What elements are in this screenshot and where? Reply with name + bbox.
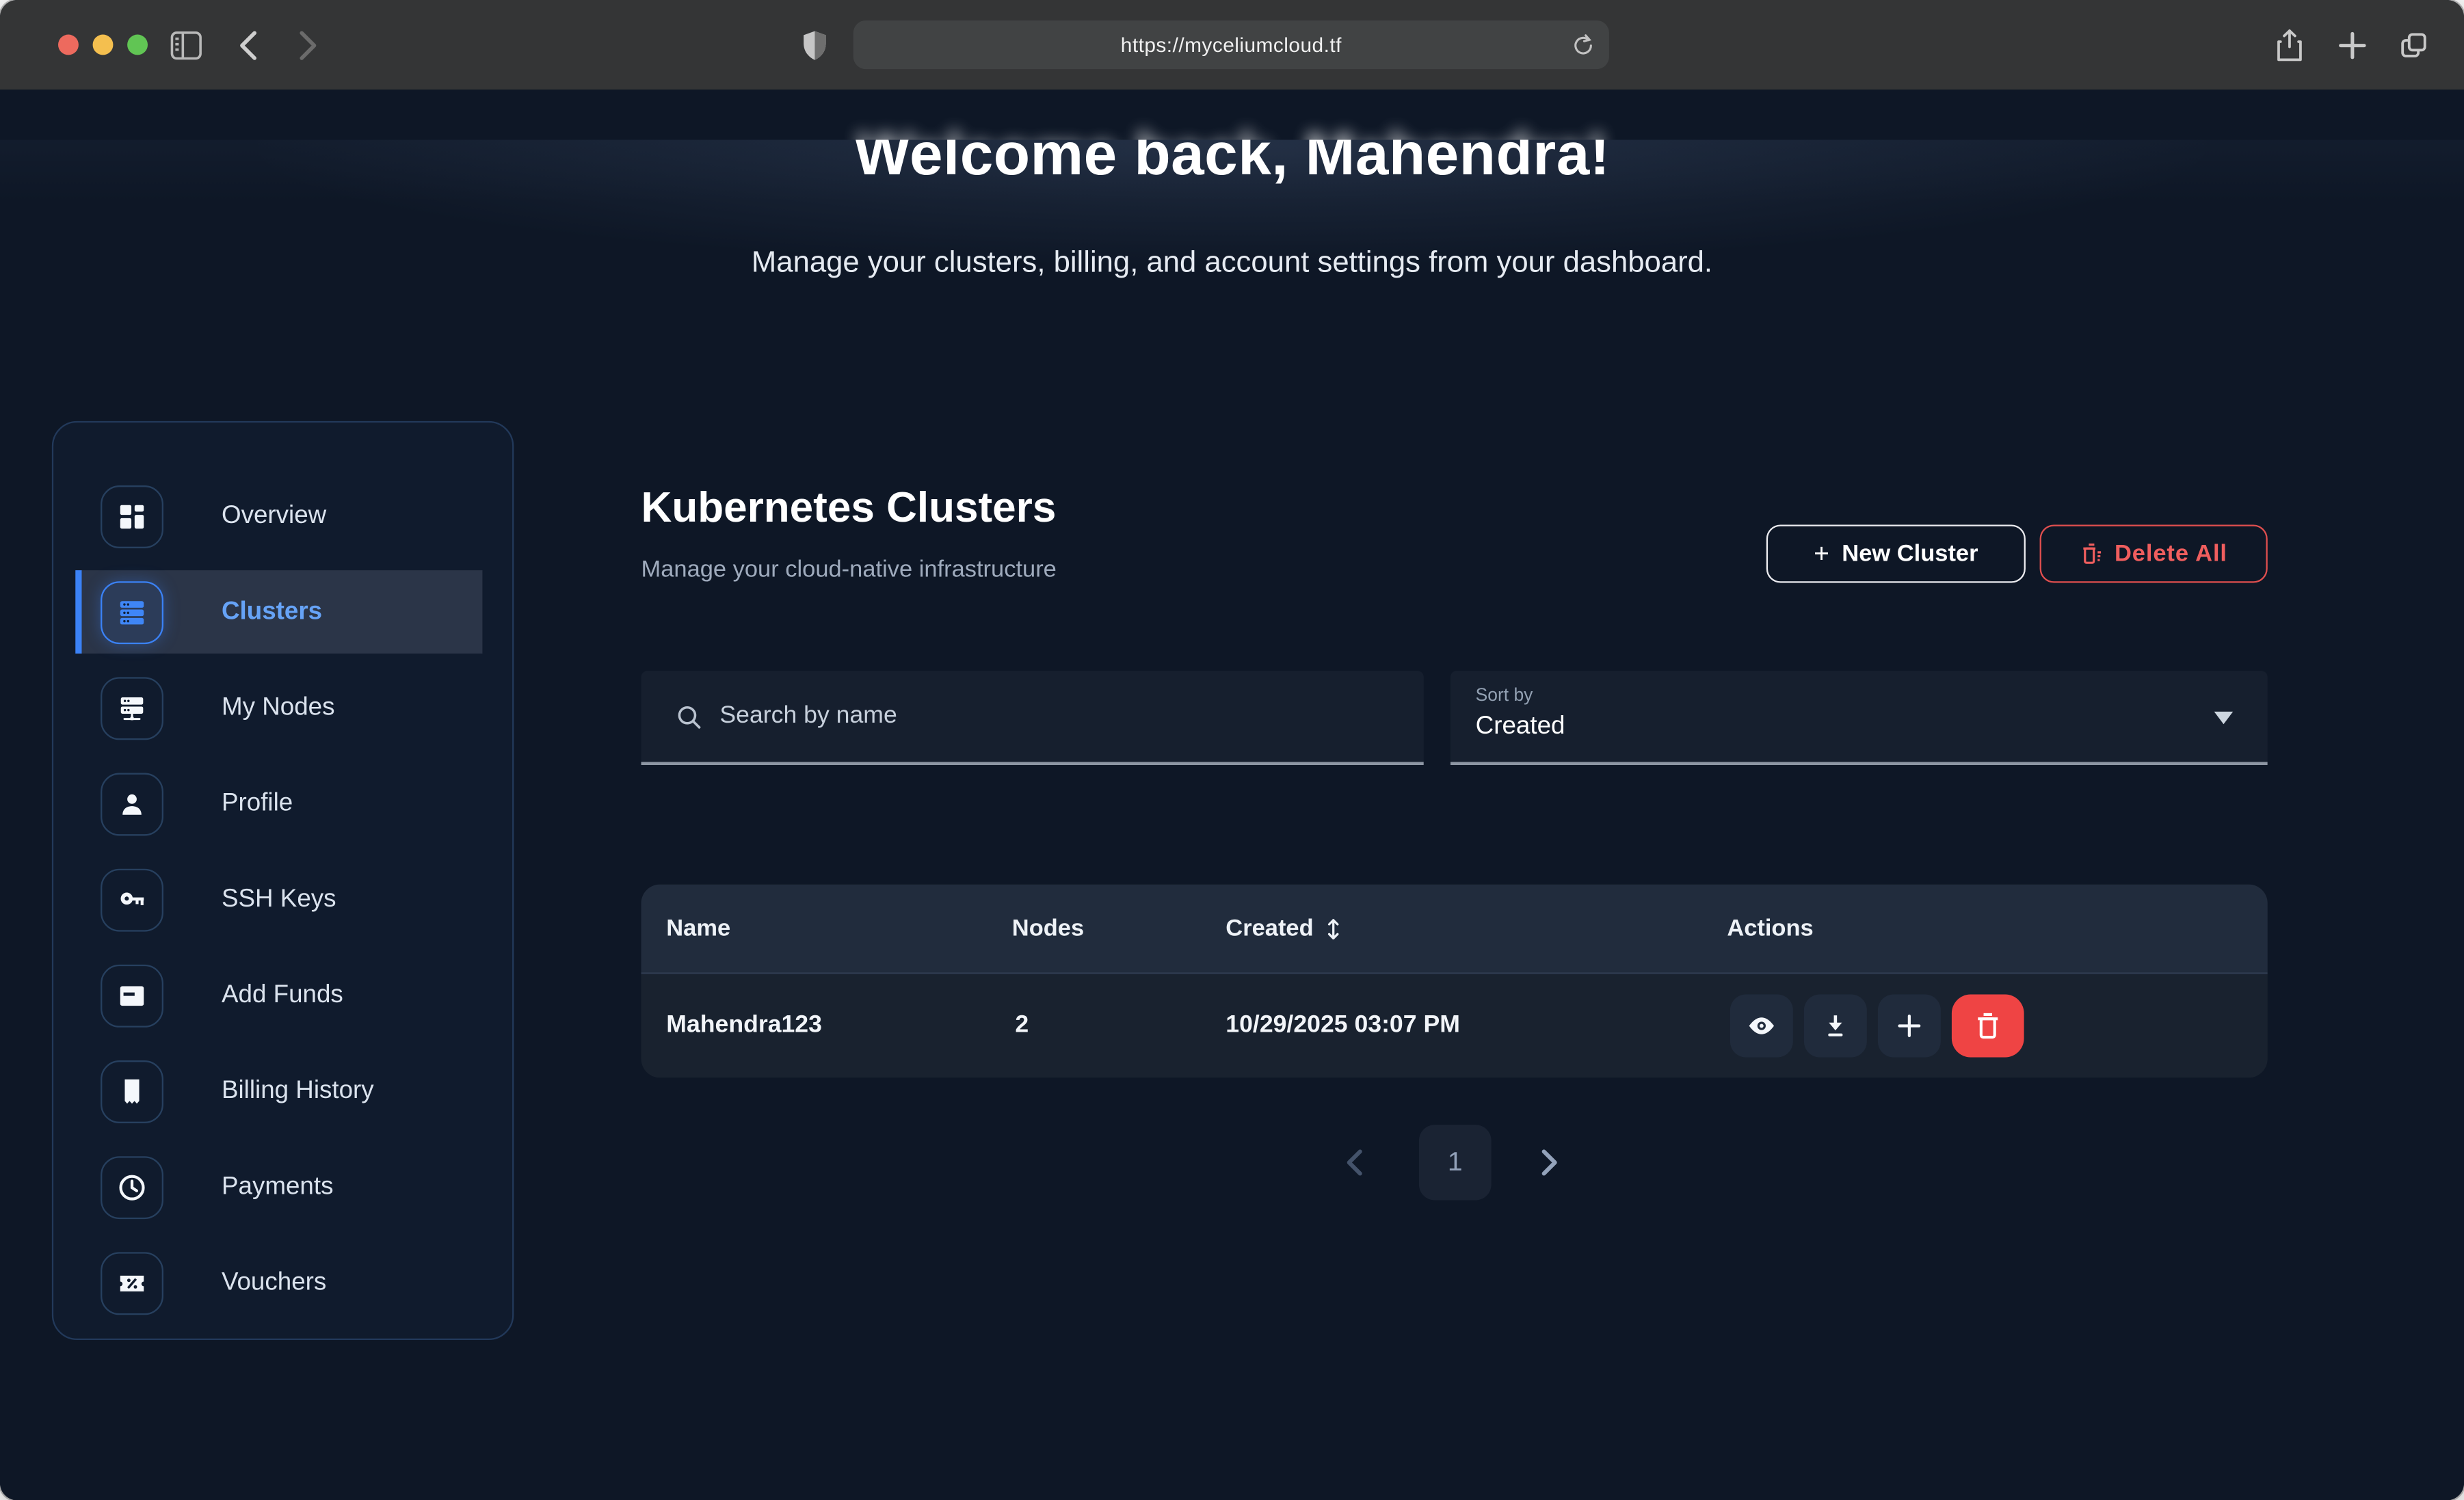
cluster-nodes: 2 <box>1015 1012 1029 1040</box>
minimize-window-button[interactable] <box>93 35 114 55</box>
sidebar-item-overview[interactable]: Overview <box>53 468 512 564</box>
clusters-table: Name Nodes Created Actions Mahendra123 2… <box>641 885 2268 1078</box>
column-actions: Actions <box>1727 915 1813 941</box>
sidebar-item-label: Add Funds <box>222 981 343 1009</box>
search-field[interactable] <box>641 671 1424 765</box>
page-subtitle: Manage your cloud-native infrastructure <box>641 556 1057 582</box>
share-icon[interactable] <box>2275 27 2303 62</box>
column-nodes: Nodes <box>1012 915 1084 941</box>
add-icon <box>1894 1010 1925 1042</box>
sidebar-item-billing-history[interactable]: Billing History <box>53 1043 512 1139</box>
browser-window: https://myceliumcloud.tf Welcome back, <box>0 0 2464 1500</box>
sidebar-item-profile[interactable]: Profile <box>53 755 512 851</box>
welcome-subtitle: Manage your clusters, billing, and accou… <box>0 247 2464 282</box>
search-input[interactable] <box>719 702 1379 730</box>
cluster-name: Mahendra123 <box>666 1012 822 1040</box>
servers-icon <box>101 580 163 643</box>
sort-label: Sort by <box>1476 686 2268 706</box>
download-kubeconfig-button[interactable] <box>1804 995 1867 1058</box>
table-row: Mahendra123 2 10/29/2025 03:07 PM <box>641 974 2268 1078</box>
traffic-lights <box>58 35 148 55</box>
shield-icon[interactable] <box>802 28 828 61</box>
add-node-button[interactable] <box>1878 995 1941 1058</box>
download-icon <box>1820 1010 1851 1042</box>
dashboard-icon <box>101 485 163 548</box>
key-icon <box>101 868 163 931</box>
receipt-icon <box>101 1060 163 1123</box>
new-cluster-label: New Cluster <box>1842 540 1978 567</box>
sidebar-item-label: Overview <box>222 502 326 530</box>
sidebar-item-label: Billing History <box>222 1077 374 1105</box>
credit-card-icon <box>101 964 163 1027</box>
delete-cluster-button[interactable] <box>1952 995 2024 1058</box>
zoom-window-button[interactable] <box>127 35 148 55</box>
sidebar-item-vouchers[interactable]: Vouchers <box>53 1235 512 1330</box>
delete-all-button[interactable]: Delete All <box>2040 524 2268 582</box>
reload-icon[interactable] <box>1572 32 1595 57</box>
sidebar-item-label: Vouchers <box>222 1268 326 1296</box>
person-icon <box>101 772 163 835</box>
sidebar-item-clusters[interactable]: Clusters <box>53 564 512 660</box>
delete-icon <box>1974 1010 2002 1042</box>
chevron-left-icon <box>1345 1149 1364 1177</box>
voucher-icon <box>101 1251 163 1314</box>
sidebar-item-add-funds[interactable]: Add Funds <box>53 948 512 1043</box>
view-icon <box>1746 1010 1777 1042</box>
cluster-created: 10/29/2025 03:07 PM <box>1226 1012 1460 1040</box>
sort-dropdown[interactable]: Sort by Created <box>1450 671 2268 765</box>
new-tab-icon[interactable] <box>2338 31 2366 59</box>
clock-icon <box>101 1155 163 1218</box>
sidebar-item-label: SSH Keys <box>222 885 336 913</box>
sidebar-item-label: Profile <box>222 790 293 818</box>
sidebar-item-label: Payments <box>222 1173 333 1201</box>
search-icon <box>676 703 702 729</box>
column-created-label: Created <box>1226 915 1313 941</box>
sidebar-item-label: My Nodes <box>222 693 335 721</box>
forward-icon[interactable] <box>299 29 318 61</box>
sidebar: Overview Clusters <box>52 421 514 1340</box>
page-number[interactable]: 1 <box>1419 1125 1492 1200</box>
back-icon[interactable] <box>239 29 258 61</box>
page-title: Kubernetes Clusters <box>641 484 1057 533</box>
sort-updown-icon <box>1325 916 1342 941</box>
browser-toolbar: https://myceliumcloud.tf <box>0 0 2464 90</box>
sidebar-item-ssh-keys[interactable]: SSH Keys <box>53 851 512 947</box>
chevron-right-icon <box>1540 1149 1559 1177</box>
column-name: Name <box>666 915 730 941</box>
plus-icon: + <box>1814 538 1829 570</box>
next-page-button[interactable] <box>1531 1144 1568 1181</box>
sidebar-toggle-icon[interactable] <box>170 30 202 60</box>
previous-page-button[interactable] <box>1336 1144 1373 1181</box>
column-created-sortable[interactable]: Created <box>1226 915 1342 941</box>
sort-value: Created <box>1476 713 2268 741</box>
sidebar-item-payments[interactable]: Payments <box>53 1139 512 1235</box>
sidebar-item-label: Clusters <box>222 598 322 626</box>
url-text: https://myceliumcloud.tf <box>1121 33 1342 56</box>
view-cluster-button[interactable] <box>1730 995 1793 1058</box>
delete-all-label: Delete All <box>2115 540 2227 567</box>
node-server-icon <box>101 676 163 739</box>
top-blur-strip: Welcome back, Mahendra! <box>0 90 2464 140</box>
address-bar[interactable]: https://myceliumcloud.tf <box>853 21 1609 69</box>
new-cluster-button[interactable]: + New Cluster <box>1766 524 2026 582</box>
sidebar-item-my-nodes[interactable]: My Nodes <box>53 660 512 755</box>
page-content: Welcome back, Mahendra! Welcome back, Ma… <box>0 90 2464 1500</box>
table-header: Name Nodes Created Actions <box>641 885 2268 974</box>
welcome-heading-glow: Welcome back, Mahendra! <box>0 122 2464 139</box>
caret-down-icon <box>2214 712 2234 724</box>
trash-icon <box>2080 541 2102 567</box>
tab-overview-icon[interactable] <box>2398 29 2429 61</box>
close-window-button[interactable] <box>58 35 79 55</box>
